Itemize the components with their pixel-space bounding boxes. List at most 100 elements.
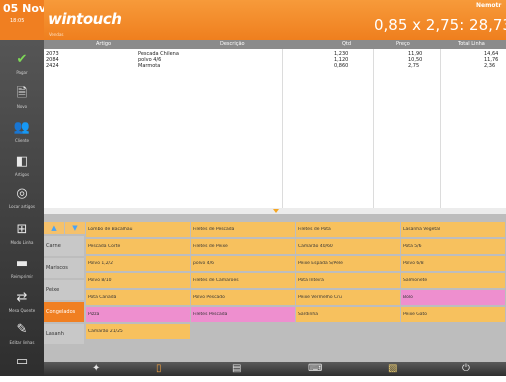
product-label: Camarão 21/25 (88, 329, 123, 334)
product-button[interactable]: Camarão 40/60 (296, 239, 400, 254)
calculation-display: 0,85 x 2,75: 28,73 (374, 16, 506, 34)
product-button[interactable]: Polvo 1,2/2 (86, 256, 190, 271)
product-label: Peixe Espada S/Pele (298, 261, 343, 266)
date-label: 05 Nov (3, 2, 47, 15)
product-button[interactable]: Filetes de Pescada (191, 222, 295, 237)
app-logo: wintouch (48, 10, 122, 28)
column-header-qtd: Qtd (342, 41, 352, 47)
product-label: Filetes Pescada (193, 312, 228, 317)
product-label: Filetes de Pota (298, 227, 331, 232)
product-button[interactable]: Peixe Espada S/Pele (296, 256, 400, 271)
edit-lines-button[interactable]: ✎ Editar linhas (0, 320, 44, 350)
product-button[interactable]: Salmonete (401, 273, 505, 288)
window-button[interactable]: ▭ (0, 352, 44, 382)
product-label: Salmonete (403, 278, 428, 283)
pay-button[interactable]: ✔ Pagar (0, 50, 44, 80)
product-label: Pota 5/6 (403, 244, 422, 249)
product-label: Filetes de Camarões (193, 278, 239, 283)
product-label: Pizza (88, 312, 100, 317)
new-button[interactable]: 🗎 Novo (0, 84, 44, 114)
line-mode-button[interactable]: ⊞ Modo Linha (0, 220, 44, 250)
hot-table-button[interactable]: ⇄ Mesa Quente (0, 288, 44, 318)
product-button[interactable]: Pescada Corte (86, 239, 190, 254)
column-header-descricao: Descrição (220, 41, 245, 47)
discount-icon: ⊞ (16, 222, 28, 237)
column-divider (373, 49, 374, 209)
product-label: polvo 4/6 (193, 261, 214, 266)
cash-icon[interactable]: ▤ (232, 363, 241, 375)
table-row[interactable]: 2424 Marmota 0,860 2,75 2,36 (44, 63, 506, 69)
product-button[interactable]: Pota Canadá (86, 290, 190, 305)
product-label: Sardinha (298, 312, 318, 317)
client-button[interactable]: 👥 Cliente (0, 118, 44, 148)
reprint-button[interactable]: ▬ Reimprimir (0, 254, 44, 284)
product-label: Polvo 6/8 (403, 261, 424, 266)
product-button[interactable]: Pota 5/6 (401, 239, 505, 254)
product-label: Pescada Corte (88, 244, 121, 249)
category-lasanha[interactable]: Lasanh (44, 324, 84, 344)
search-articles-button[interactable]: ◎ Locar artigos (0, 184, 44, 214)
product-label: Peixe Vermelho Cru (298, 295, 342, 300)
receipt-icon[interactable]: ▯ (156, 363, 162, 375)
product-label: Pota Canadá (88, 295, 117, 300)
column-divider (282, 49, 283, 209)
category-peixe[interactable]: Peixe (44, 280, 84, 300)
header-bar: wintouch Vendas Nemotr 0,85 x 2,75: 28,7… (44, 0, 506, 40)
window-icon: ▭ (15, 354, 29, 369)
product-button[interactable]: Filetes de Camarões (191, 273, 295, 288)
category-mariscos[interactable]: Mariscos (44, 258, 84, 278)
product-button[interactable]: Bolo (401, 290, 505, 305)
product-button[interactable]: Polvo 6/8 (401, 256, 505, 271)
product-button[interactable]: Pota Inteira (296, 273, 400, 288)
product-label: Filetes de Pescada (193, 227, 235, 232)
product-label: Bolo (403, 295, 413, 300)
print-icon: ▬ (15, 256, 29, 271)
product-button[interactable]: Peixe Gato (401, 307, 505, 322)
product-label: Lombo de Bacalhau (88, 227, 133, 232)
scroll-up-button[interactable]: ▲ (44, 222, 64, 234)
product-button[interactable]: polvo 4/6 (191, 256, 295, 271)
product-button[interactable]: Camarão 21/25 (86, 324, 190, 339)
product-button[interactable]: Filetes de Peixe (191, 239, 295, 254)
magic-icon[interactable]: ✦ (92, 363, 100, 375)
column-divider (440, 49, 441, 209)
keyboard-icon[interactable]: ⌨ (308, 363, 322, 375)
power-icon[interactable]: ⏻ (462, 363, 470, 375)
product-label: Polvo Pescado (193, 295, 225, 300)
product-button[interactable]: Pizza (86, 307, 190, 322)
check-icon: ✔ (16, 52, 28, 67)
new-doc-icon: 🗎 (16, 86, 28, 101)
product-label: Peixe Gato (403, 312, 428, 317)
product-button[interactable]: Lasanha Vegetal (401, 222, 505, 237)
column-header-artigo: Artigo (96, 41, 112, 47)
column-header-total: Total Linha (458, 41, 485, 47)
product-label: Filetes de Peixe (193, 244, 228, 249)
product-button[interactable]: Polvo 8/10 (86, 273, 190, 288)
product-label: Lasanha Vegetal (403, 227, 441, 232)
column-header-preco: Preço (396, 41, 410, 47)
edit-icon: ✎ (16, 322, 28, 337)
date-block: 05 Nov 18:05 (0, 0, 47, 40)
product-button[interactable]: Sardinha (296, 307, 400, 322)
product-label: Polvo 1,2/2 (88, 261, 113, 266)
bottom-toolbar (44, 362, 506, 376)
table-header: Artigo Descrição Qtd Preço Total Linha (44, 40, 506, 49)
transfer-icon: ⇄ (16, 290, 28, 305)
product-button[interactable]: Peixe Vermelho Cru (296, 290, 400, 305)
product-button[interactable]: Lombo de Bacalhau (86, 222, 190, 237)
expand-handle-icon[interactable] (273, 209, 279, 213)
product-button[interactable]: Filetes de Pota (296, 222, 400, 237)
scroll-down-button[interactable]: ▼ (65, 222, 85, 234)
product-label: Pota Inteira (298, 278, 324, 283)
time-label: 18:05 (10, 18, 25, 24)
document-icon[interactable]: ▧ (388, 363, 397, 375)
user-name: Nemotr (476, 2, 502, 9)
category-congelados[interactable]: Congelados (44, 302, 84, 322)
product-button[interactable]: Filetes Pescada (191, 307, 295, 322)
article-icon: ◧ (15, 154, 29, 169)
product-label: Polvo 8/10 (88, 278, 112, 283)
product-button[interactable]: Polvo Pescado (191, 290, 295, 305)
logo-subtitle: Vendas (49, 32, 64, 37)
category-carne[interactable]: Carne (44, 236, 84, 256)
articles-button[interactable]: ◧ Artigos (0, 152, 44, 182)
